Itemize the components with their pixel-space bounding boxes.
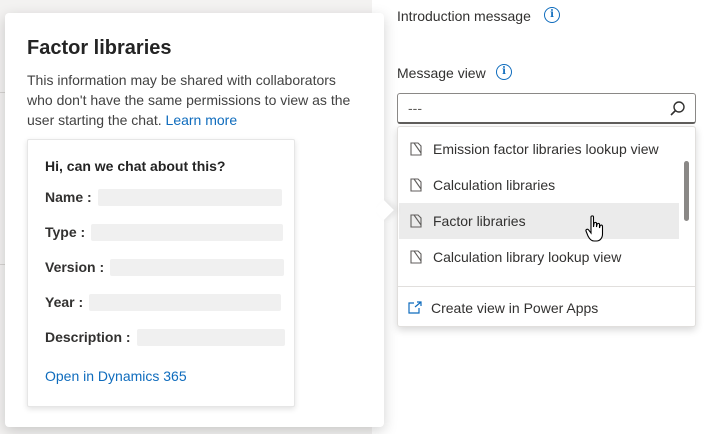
dropdown-option-label: Emission factor libraries lookup view xyxy=(433,141,659,157)
card-field-label: Version : xyxy=(45,259,105,275)
document-icon xyxy=(410,178,422,192)
document-icon xyxy=(410,142,422,156)
value-placeholder xyxy=(97,188,282,206)
dropdown-option-selected[interactable]: Factor libraries xyxy=(399,203,679,239)
card-field-label: Name : xyxy=(45,189,92,205)
card-heading: Hi, can we chat about this? xyxy=(45,158,226,174)
card-field-label: Year : xyxy=(45,294,84,310)
message-view-label: Message view xyxy=(397,65,486,81)
card-field-row: Year : xyxy=(45,293,282,311)
dropdown-option-label: Calculation library lookup view xyxy=(433,249,622,265)
popover-title: Factor libraries xyxy=(27,37,172,59)
create-view-label: Create view in Power Apps xyxy=(431,300,599,316)
search-input-value: --- xyxy=(408,100,422,116)
intro-message-label: Introduction message xyxy=(397,8,531,24)
document-icon xyxy=(410,214,422,228)
document-icon xyxy=(410,250,422,264)
value-placeholder xyxy=(91,223,284,241)
value-placeholder xyxy=(110,258,285,276)
card-field-row: Description : xyxy=(45,328,285,346)
popover-description: This information may be shared with coll… xyxy=(27,70,357,130)
open-external-icon xyxy=(408,301,422,314)
search-icon[interactable] xyxy=(669,100,687,118)
hand-cursor-icon xyxy=(585,215,604,242)
open-in-dynamics-link[interactable]: Open in Dynamics 365 xyxy=(45,368,187,384)
card-field-row: Type : xyxy=(45,223,284,241)
card-field-row: Name : xyxy=(45,188,282,206)
factor-libraries-popover: Factor libraries This information may be… xyxy=(5,13,384,427)
info-icon[interactable]: i xyxy=(544,7,560,23)
card-field-row: Version : xyxy=(45,258,285,276)
dropdown-option-label: Factor libraries xyxy=(433,213,526,229)
value-placeholder xyxy=(136,328,285,346)
dropdown-option[interactable]: Calculation library lookup view xyxy=(399,239,679,275)
dropdown-scrollbar[interactable] xyxy=(684,161,689,221)
info-icon[interactable]: i xyxy=(496,64,512,80)
dropdown-divider xyxy=(398,286,695,287)
dropdown-option[interactable]: Emission factor libraries lookup view xyxy=(399,131,679,167)
card-field-label: Description : xyxy=(45,329,131,345)
dropdown-option-label: Calculation libraries xyxy=(433,177,556,193)
create-view-button[interactable]: Create view in Power Apps xyxy=(399,293,598,323)
dropdown-option[interactable]: Calculation libraries xyxy=(399,167,679,203)
view-dropdown-list: Emission factor libraries lookup view Ca… xyxy=(397,126,696,327)
chat-preview-card: Hi, can we chat about this? Name : Type … xyxy=(27,139,295,407)
learn-more-link[interactable]: Learn more xyxy=(166,112,238,128)
card-field-label: Type : xyxy=(45,224,86,240)
message-view-search-input[interactable]: --- xyxy=(397,93,696,124)
value-placeholder xyxy=(89,293,282,311)
